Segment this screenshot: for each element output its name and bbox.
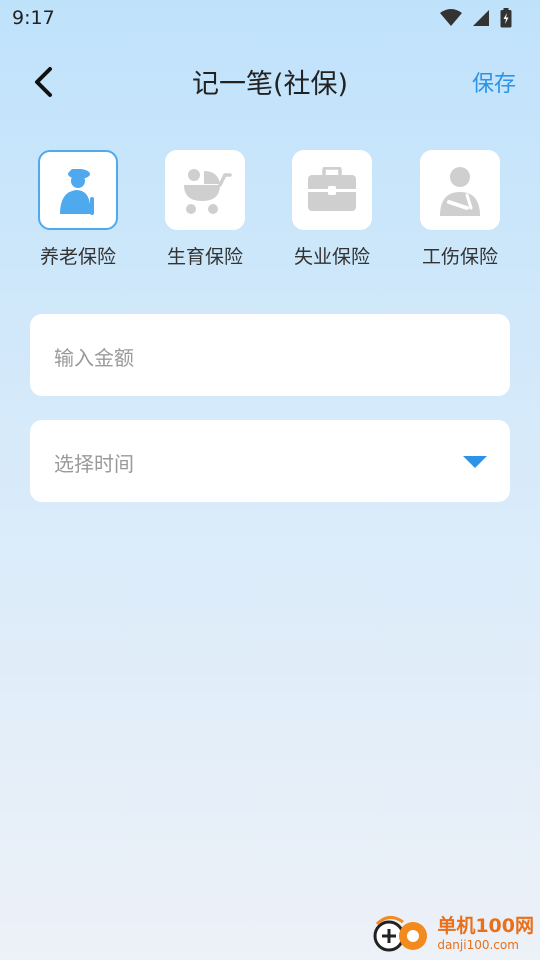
status-icons [440, 8, 512, 28]
header: 记一笔(社保) 保存 [0, 50, 540, 110]
elderly-person-icon [60, 169, 94, 215]
category-unemployment[interactable]: 失业保险 [290, 150, 374, 269]
category-tile [165, 150, 245, 230]
category-label: 工伤保险 [421, 246, 498, 268]
amount-input[interactable]: 输入金额 [30, 314, 510, 396]
category-pension[interactable]: 养老保险 [36, 150, 120, 269]
category-tile [38, 150, 118, 230]
battery-icon [500, 8, 512, 28]
category-tile [292, 150, 372, 230]
status-bar: 9:17 [0, 0, 540, 38]
watermark-logo-icon [373, 916, 428, 952]
save-button[interactable]: 保存 [472, 66, 516, 98]
wifi-icon [440, 9, 462, 26]
watermark-url: danji100.com [437, 938, 519, 952]
baby-stroller-icon [184, 169, 232, 214]
insurance-category-selector: 养老保险 生育保险 失业保险 工伤保险 [0, 150, 540, 280]
dropdown-arrow-icon [463, 456, 487, 468]
category-tile [420, 150, 500, 230]
watermark-text: 单机100网 danji100.com [437, 915, 534, 952]
briefcase-icon [308, 167, 356, 211]
category-work-injury[interactable]: 工伤保险 [418, 150, 502, 269]
category-label: 失业保险 [293, 246, 370, 268]
category-label: 生育保险 [166, 246, 243, 268]
signal-icon [473, 10, 489, 26]
amount-placeholder: 输入金额 [54, 346, 134, 370]
time-picker[interactable]: 选择时间 [30, 420, 510, 502]
time-placeholder: 选择时间 [54, 452, 134, 476]
injured-person-icon [440, 167, 480, 216]
status-time: 9:17 [12, 7, 55, 29]
page-title: 记一笔(社保) [191, 69, 349, 100]
watermark: 单机100网 danji100.com [369, 912, 534, 956]
watermark-name: 单机100网 [437, 915, 534, 937]
category-label: 养老保险 [39, 246, 116, 268]
category-maternity[interactable]: 生育保险 [163, 150, 247, 269]
